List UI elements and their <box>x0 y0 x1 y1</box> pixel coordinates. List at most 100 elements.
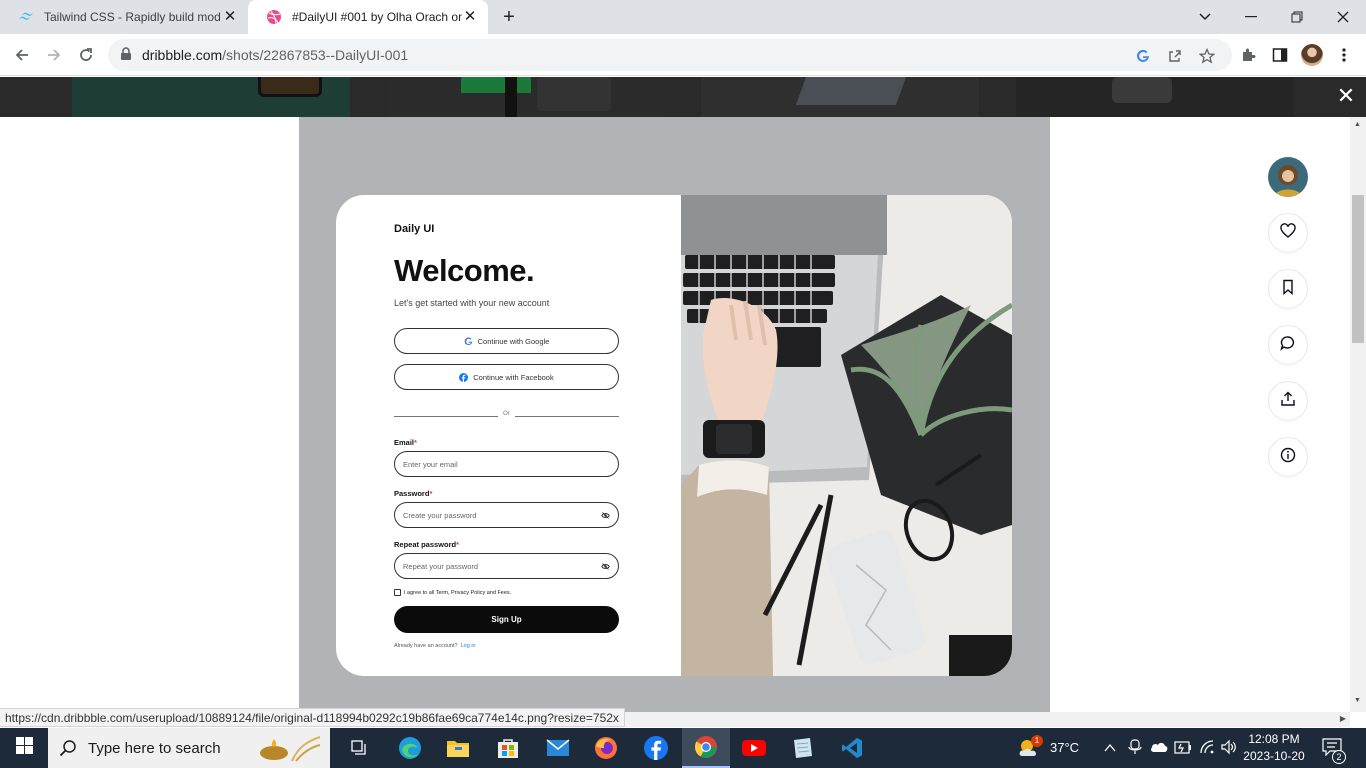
start-button[interactable] <box>0 728 48 768</box>
heart-icon <box>1280 222 1296 244</box>
facebook-app-icon[interactable] <box>632 728 680 768</box>
background-shot-thumbnail[interactable] <box>387 77 665 117</box>
new-tab-button[interactable]: + <box>498 6 520 28</box>
login-link[interactable]: Log in <box>461 643 476 649</box>
password-label: Password* <box>394 489 432 498</box>
onedrive-icon[interactable] <box>1150 740 1168 758</box>
share-button[interactable] <box>1268 381 1308 421</box>
task-view-icon[interactable] <box>336 728 384 768</box>
vscode-icon[interactable] <box>828 728 876 768</box>
battery-icon[interactable] <box>1174 739 1192 760</box>
address-bar[interactable]: dribbble.com/shots/22867853--DailyUI-001 <box>108 39 1232 71</box>
facebook-icon <box>459 372 469 382</box>
chrome-icon[interactable] <box>682 728 730 768</box>
menu-kebab-icon[interactable] <box>1334 45 1354 65</box>
background-shot-thumbnail[interactable] <box>701 77 979 117</box>
repeat-password-label-text: Repeat password <box>394 540 457 549</box>
facebook-button[interactable]: Continue with Facebook <box>394 364 619 390</box>
close-window-button[interactable] <box>1320 0 1366 34</box>
temperature-text: 37°C <box>1050 740 1080 755</box>
required-mark: * <box>456 540 460 549</box>
tab-close-icon[interactable]: ✕ <box>462 9 478 25</box>
scrollbar-thumb[interactable] <box>1352 195 1364 343</box>
mail-icon[interactable] <box>534 728 582 768</box>
tab-dribbble[interactable]: #DailyUI #001 by Olha Orach on ✕ <box>248 0 488 34</box>
scroll-up-arrow-icon[interactable]: ▲ <box>1354 121 1361 128</box>
vertical-scrollbar[interactable]: ▲ ▼ <box>1350 117 1366 712</box>
tab-close-icon[interactable]: ✕ <box>222 9 238 25</box>
share-icon[interactable] <box>1166 47 1184 65</box>
brand-label: Daily UI <box>394 223 435 235</box>
bookmark-star-icon[interactable] <box>1198 47 1216 65</box>
subtitle-text: Let's get started with your new account <box>394 298 550 308</box>
login-prompt: Already have an account? Log in <box>394 643 476 649</box>
save-button[interactable] <box>1268 269 1308 309</box>
firefox-icon[interactable] <box>582 728 630 768</box>
youtube-icon[interactable] <box>730 728 778 768</box>
signup-button[interactable]: Sign Up <box>394 606 619 633</box>
password-field[interactable]: Create your password <box>394 502 619 528</box>
background-shot-grid <box>0 77 1366 117</box>
desk-photo <box>681 195 1012 676</box>
clock-date: 2023-10-20 <box>1243 749 1305 763</box>
wifi-icon[interactable] <box>1198 739 1216 760</box>
google-button[interactable]: Continue with Google <box>394 328 619 354</box>
signup-button-label: Sign Up <box>491 615 522 624</box>
close-modal-icon[interactable]: ✕ <box>1334 84 1358 108</box>
side-panel-icon[interactable] <box>1270 45 1290 65</box>
shot-image[interactable]: Daily UI Welcome. Let's get started with… <box>299 117 1050 712</box>
shot-modal: Daily UI Welcome. Let's get started with… <box>0 117 1350 712</box>
notes-app-icon[interactable] <box>778 728 826 768</box>
email-field[interactable]: Enter your email <box>394 451 619 477</box>
terms-text: I agree to all Term, Privacy Policy and … <box>404 589 512 596</box>
clock-time: 12:08 PM <box>1248 732 1300 746</box>
terms-agreement: I agree to all Term, Privacy Policy and … <box>394 589 511 596</box>
designer-avatar[interactable] <box>1268 157 1308 197</box>
divider-line <box>515 416 619 417</box>
like-button[interactable] <box>1268 213 1308 253</box>
eye-off-icon[interactable] <box>601 511 610 522</box>
browser-tab-bar: Tailwind CSS - Rapidly build mod ✕ #Dail… <box>0 0 1366 34</box>
browser-toolbar: dribbble.com/shots/22867853--DailyUI-001 <box>0 34 1366 76</box>
meet-now-icon[interactable] <box>1128 739 1142 760</box>
repeat-password-field[interactable]: Repeat your password <box>394 553 619 579</box>
lock-icon[interactable] <box>120 47 132 66</box>
share-upload-icon <box>1280 391 1296 412</box>
scroll-down-arrow-icon[interactable]: ▼ <box>1354 697 1361 704</box>
repeat-password-label: Repeat password* <box>394 540 459 549</box>
scroll-right-arrow-icon[interactable]: ▶ <box>1340 714 1346 723</box>
google-lens-icon[interactable] <box>1134 47 1152 65</box>
background-shot-thumbnail[interactable] <box>72 77 350 117</box>
microsoft-store-icon[interactable] <box>484 728 532 768</box>
status-url-bar: https://cdn.dribbble.com/userupload/1088… <box>0 708 625 727</box>
search-placeholder: Type here to search <box>88 739 221 757</box>
url-path: /shots/22867853--DailyUI-001 <box>222 47 409 63</box>
email-placeholder: Enter your email <box>403 459 458 469</box>
password-label-text: Password <box>394 489 430 498</box>
terms-checkbox[interactable] <box>394 589 401 596</box>
taskbar-search[interactable]: Type here to search <box>48 728 330 768</box>
tab-search-icon[interactable] <box>1182 0 1228 34</box>
restore-button[interactable] <box>1274 0 1320 34</box>
background-shot-thumbnail[interactable] <box>1016 77 1294 117</box>
tailwind-icon <box>18 9 34 25</box>
chevron-up-icon[interactable] <box>1104 740 1116 758</box>
profile-avatar[interactable] <box>1301 44 1323 66</box>
tab-title: Tailwind CSS - Rapidly build mod <box>44 10 221 24</box>
file-explorer-icon[interactable] <box>434 728 482 768</box>
reload-button[interactable] <box>73 42 99 68</box>
forward-button[interactable] <box>41 42 67 68</box>
minimize-button[interactable] <box>1228 0 1274 34</box>
extensions-icon[interactable] <box>1238 45 1258 65</box>
volume-icon[interactable] <box>1220 739 1238 760</box>
tab-tailwind[interactable]: Tailwind CSS - Rapidly build mod ✕ <box>0 0 248 34</box>
comment-button[interactable] <box>1268 325 1308 365</box>
back-button[interactable] <box>9 42 35 68</box>
required-mark: * <box>429 489 433 498</box>
notification-count: 2 <box>1332 750 1346 764</box>
details-button[interactable] <box>1268 437 1308 477</box>
eye-off-icon[interactable] <box>601 562 610 573</box>
taskbar-clock[interactable]: 12:08 PM 2023-10-20 <box>1240 731 1308 765</box>
edge-icon[interactable] <box>386 728 434 768</box>
or-divider: Or <box>394 411 619 421</box>
